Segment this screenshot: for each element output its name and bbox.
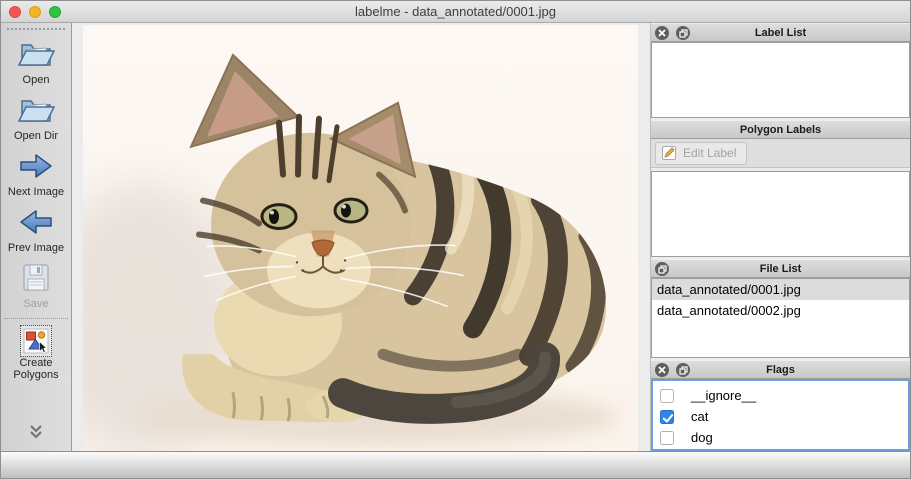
float-icon (657, 264, 667, 274)
open-label: Open (22, 74, 50, 86)
dock-label-list: Label List (651, 23, 910, 118)
flag-item-ignore[interactable]: __ignore__ (653, 385, 908, 406)
create-polygons-button[interactable]: Create Polygons (7, 325, 65, 381)
polygon-labels-list[interactable] (651, 171, 910, 257)
open-dir-folder-icon (16, 90, 56, 130)
edit-label-icon (661, 145, 677, 161)
minimize-window-button[interactable] (29, 6, 41, 18)
flag-item-dog[interactable]: dog (653, 427, 908, 448)
flag-checkbox-dog[interactable] (660, 430, 674, 445)
save-button[interactable]: Save (19, 258, 53, 310)
file-list-item[interactable]: data_annotated/0001.jpg (652, 279, 909, 300)
chevron-double-down-icon (27, 425, 45, 443)
toolbar-overflow-button[interactable] (27, 424, 45, 443)
flag-label: __ignore__ (691, 388, 757, 403)
flags-close-button[interactable] (655, 363, 669, 377)
save-label: Save (23, 298, 49, 310)
float-icon (678, 28, 688, 38)
close-window-button[interactable] (9, 6, 21, 18)
polygon-labels-toolbar: Edit Label (651, 139, 910, 168)
flag-item-cat[interactable]: cat (653, 406, 908, 427)
flags-float-button[interactable] (676, 363, 690, 377)
flags-list[interactable]: __ignore__ cat dog (651, 379, 910, 451)
tools-toolbar: Open Open Dir Next Image Prev Image Save… (1, 23, 72, 451)
flag-checkbox-cat[interactable] (660, 409, 674, 424)
window-title: labelme - data_annotated/0001.jpg (355, 4, 556, 19)
file-list[interactable]: data_annotated/0001.jpg data_annotated/0… (651, 278, 910, 358)
save-floppy-icon (19, 258, 53, 298)
prev-image-label: Prev Image (7, 242, 65, 254)
label-list-close-button[interactable] (655, 26, 669, 40)
polygon-labels-titlebar[interactable]: Polygon Labels (651, 120, 910, 139)
file-list-titlebar[interactable]: File List (651, 259, 910, 278)
flag-label: cat (691, 409, 709, 424)
status-bar (1, 451, 910, 478)
open-button[interactable]: Open (16, 34, 56, 86)
file-list-title: File List (759, 262, 802, 275)
flag-checkbox-ignore[interactable] (660, 388, 674, 403)
zoom-window-button[interactable] (49, 6, 61, 18)
prev-image-arrow-icon (18, 202, 54, 242)
close-icon (658, 29, 666, 37)
toolbar-drag-handle[interactable] (7, 28, 65, 30)
dock-flags: Flags __ignore__ cat dog (651, 360, 910, 451)
open-dir-button[interactable]: Open Dir (14, 90, 58, 142)
next-image-button[interactable]: Next Image (8, 146, 64, 198)
dock-file-list: File List data_annotated/0001.jpg data_a… (651, 259, 910, 358)
labelme-window: labelme - data_annotated/0001.jpg Open O… (0, 0, 911, 479)
polygon-labels-title: Polygon Labels (739, 123, 822, 136)
open-folder-icon (16, 34, 56, 74)
label-list-titlebar[interactable]: Label List (651, 23, 910, 42)
label-list-title: Label List (754, 26, 807, 39)
toolbar-separator (4, 318, 68, 319)
dock-panel: Label List Polygon Labels Edit Label Fil… (650, 23, 910, 451)
next-image-arrow-icon (18, 146, 54, 186)
annotation-canvas[interactable] (72, 23, 650, 451)
cat-photo[interactable] (83, 25, 638, 451)
create-polygons-label: Create Polygons (13, 357, 59, 381)
dock-polygon-labels: Polygon Labels Edit Label (651, 120, 910, 257)
flags-titlebar[interactable]: Flags (651, 360, 910, 379)
title-bar[interactable]: labelme - data_annotated/0001.jpg (1, 1, 910, 23)
edit-label-text: Edit Label (683, 146, 737, 160)
flag-label: dog (691, 430, 713, 445)
file-list-float-button[interactable] (655, 262, 669, 276)
traffic-lights (9, 6, 61, 18)
next-image-label: Next Image (7, 186, 65, 198)
create-polygons-icon (20, 325, 52, 357)
float-icon (678, 365, 688, 375)
label-list-float-button[interactable] (676, 26, 690, 40)
label-list[interactable] (651, 42, 910, 118)
open-dir-label: Open Dir (13, 130, 59, 142)
file-list-item[interactable]: data_annotated/0002.jpg (652, 300, 909, 321)
flags-title: Flags (766, 363, 795, 376)
edit-label-button[interactable]: Edit Label (655, 141, 748, 165)
close-icon (658, 366, 666, 374)
prev-image-button[interactable]: Prev Image (8, 202, 64, 254)
